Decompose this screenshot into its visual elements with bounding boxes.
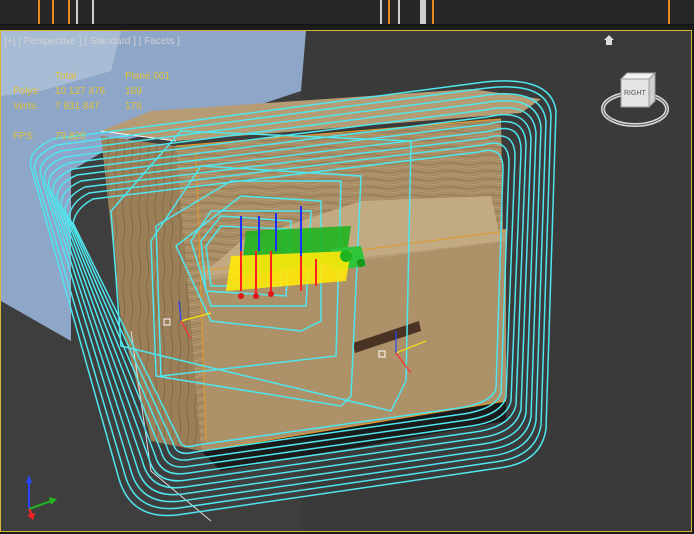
timeline-key[interactable] (388, 0, 390, 24)
stats-polys-label: Polys: (13, 86, 41, 97)
home-icon[interactable] (604, 35, 614, 45)
stats-polys-total: 10 127 476 (55, 86, 106, 97)
viewport-label-menu[interactable]: [+] [ Perspective ] [ Standard ] [ Facet… (4, 36, 180, 47)
timeline-key[interactable] (380, 0, 382, 24)
axis-gizmo-icon (26, 475, 57, 520)
viewport-menu-shading[interactable]: [ Standard ] (84, 36, 136, 47)
timeline-slider[interactable] (420, 0, 426, 24)
stats-header-object: Plane.001 (125, 71, 171, 82)
viewport-menu-plus[interactable]: [+] (4, 36, 15, 47)
viewport-menu-perspective[interactable]: [ Perspective ] (18, 36, 81, 47)
stats-fps-value: 79,820 (55, 131, 86, 142)
stats-verts-label: Verts: (13, 101, 39, 112)
viewcube-icon[interactable]: RIGHT (599, 65, 671, 137)
viewport-menu-display[interactable]: [ Facets ] (139, 36, 180, 47)
stats-polys-object: 169 (125, 86, 142, 97)
timeline-key[interactable] (398, 0, 400, 24)
timeline-key[interactable] (68, 0, 70, 24)
viewcube-face-label[interactable]: RIGHT (624, 90, 646, 97)
app-window: [+] [ Perspective ] [ Standard ] [ Facet… (0, 0, 694, 534)
perspective-viewport[interactable]: [+] [ Perspective ] [ Standard ] [ Facet… (0, 30, 692, 532)
timeline-key[interactable] (76, 0, 78, 24)
timeline-key[interactable] (668, 0, 670, 24)
timeline-key[interactable] (432, 0, 434, 24)
timeline-key[interactable] (52, 0, 54, 24)
timeline-strip[interactable] (0, 0, 694, 25)
stats-verts-total: 7 931 847 (55, 101, 100, 112)
timeline-key[interactable] (92, 0, 94, 24)
stats-fps-label: FPS: (13, 131, 36, 142)
stats-verts-object: 176 (125, 101, 142, 112)
timeline-key[interactable] (38, 0, 40, 24)
stats-header-total: Total (55, 71, 77, 82)
